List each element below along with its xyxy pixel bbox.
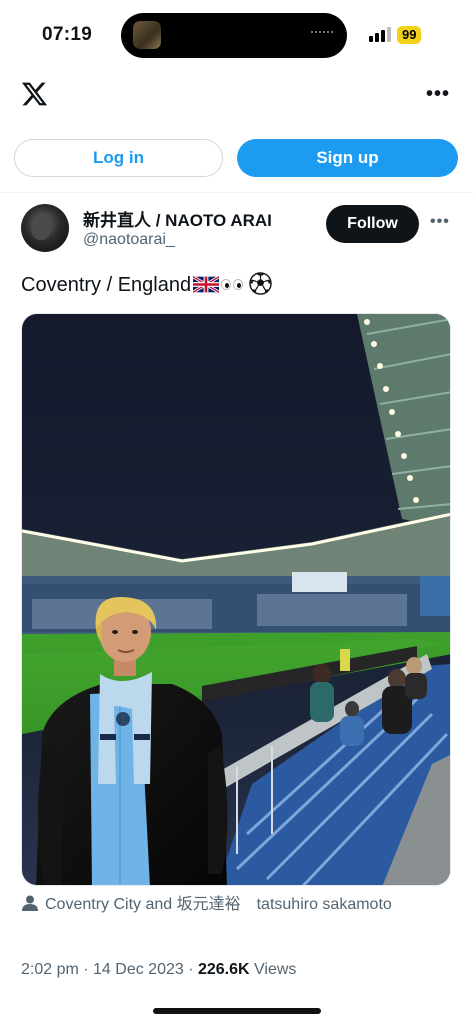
login-button[interactable]: Log in [14, 139, 223, 177]
stadium-photo [22, 314, 450, 885]
battery-indicator: 99 [397, 26, 422, 44]
x-logo-icon[interactable] [20, 80, 49, 108]
now-playing-thumbnail [133, 21, 161, 49]
views-label: Views [249, 961, 297, 978]
person-icon [22, 895, 38, 911]
author-display-name[interactable]: 新井直人 / NAOTO ARAI [83, 206, 272, 231]
tweet-photo[interactable] [21, 313, 451, 886]
uk-flag-icon [193, 276, 220, 293]
cellular-signal-icon [369, 26, 391, 42]
soccer-ball-icon [249, 272, 272, 295]
tagged-people-text: Coventry City and 坂元達裕 tatsuhiro sakamot… [45, 896, 392, 913]
tweet-meta: 2:02 pm · 14 Dec 2023 · 226.6K Views [21, 961, 296, 979]
more-options-icon[interactable]: ••• [426, 84, 450, 104]
tweet-time[interactable]: 2:02 pm [21, 961, 79, 978]
home-indicator [153, 1008, 321, 1014]
waveform-icon [311, 31, 333, 34]
dynamic-island [121, 13, 347, 58]
tweet-date[interactable]: 14 Dec 2023 [93, 961, 184, 978]
divider [0, 192, 473, 193]
tweet-text-content: Coventry / England [21, 274, 192, 296]
eyes-icon [221, 277, 245, 291]
views-count: 226.6K [197, 961, 250, 978]
status-bar: 07:19 99 [0, 0, 473, 70]
tagged-people[interactable]: Coventry City and 坂元達裕 tatsuhiro sakamot… [21, 894, 451, 916]
follow-button[interactable]: Follow [326, 205, 419, 243]
tweet-more-icon[interactable]: ••• [430, 214, 450, 230]
status-time: 07:19 [42, 24, 93, 45]
meta-separator: · [183, 961, 198, 978]
avatar[interactable] [21, 204, 69, 252]
tweet-text: Coventry / England [21, 272, 272, 298]
meta-separator: · [78, 961, 94, 978]
author-handle[interactable]: @naotoarai_ [83, 231, 175, 249]
signup-button[interactable]: Sign up [237, 139, 458, 177]
